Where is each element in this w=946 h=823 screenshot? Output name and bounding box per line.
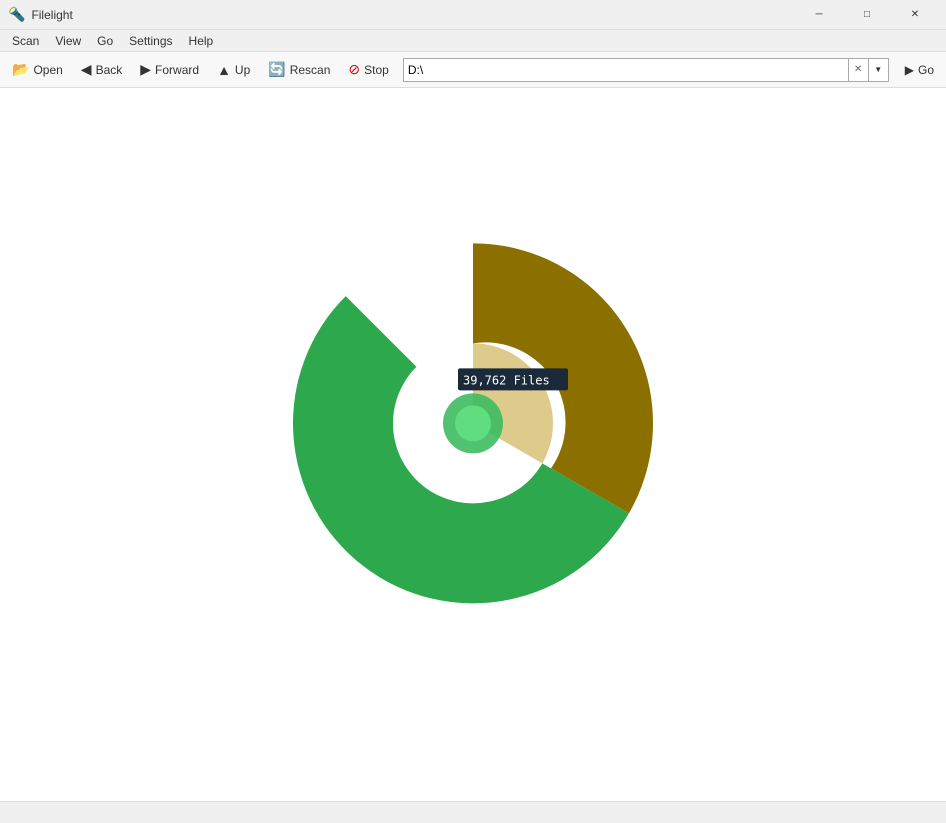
title-bar-left: 🔦 Filelight <box>8 6 73 23</box>
rescan-button[interactable]: 🔄 Rescan <box>260 58 338 81</box>
forward-label: Forward <box>155 63 199 77</box>
address-dropdown-button[interactable]: ▼ <box>869 58 889 82</box>
main-content: 39,762 Files <box>0 88 946 801</box>
open-button[interactable]: 📂 Open <box>4 58 71 81</box>
forward-button[interactable]: ▶ Forward <box>132 58 207 81</box>
open-icon: 📂 <box>12 61 29 78</box>
back-icon: ◀ <box>81 61 92 78</box>
address-input[interactable] <box>403 58 849 82</box>
menu-help[interactable]: Help <box>181 32 222 50</box>
app-title: Filelight <box>31 8 72 22</box>
stop-label: Stop <box>364 63 389 77</box>
up-label: Up <box>235 63 250 77</box>
menu-scan[interactable]: Scan <box>4 32 47 50</box>
rescan-icon: 🔄 <box>268 61 285 78</box>
forward-icon: ▶ <box>140 61 151 78</box>
menu-go[interactable]: Go <box>89 32 121 50</box>
tooltip-text: 39,762 Files <box>463 373 550 387</box>
address-clear-button[interactable]: ✕ <box>849 58 869 82</box>
go-button[interactable]: ▶ Go <box>897 60 942 80</box>
up-icon: ▲ <box>217 62 231 78</box>
close-button[interactable]: ✕ <box>892 0 938 30</box>
stop-icon: ⊘ <box>348 61 360 78</box>
chart-center-inner <box>455 405 491 441</box>
rescan-label: Rescan <box>290 63 331 77</box>
menu-settings[interactable]: Settings <box>121 32 180 50</box>
address-bar: ✕ ▼ <box>403 57 889 83</box>
minimize-button[interactable]: ─ <box>796 0 842 30</box>
back-button[interactable]: ◀ Back <box>73 58 130 81</box>
chart-container[interactable]: 39,762 Files <box>273 223 673 626</box>
back-label: Back <box>96 63 123 77</box>
maximize-button[interactable]: □ <box>844 0 890 30</box>
menu-bar: Scan View Go Settings Help <box>0 30 946 52</box>
title-bar: 🔦 Filelight ─ □ ✕ <box>0 0 946 30</box>
stop-button[interactable]: ⊘ Stop <box>340 58 396 81</box>
toolbar: 📂 Open ◀ Back ▶ Forward ▲ Up 🔄 Rescan ⊘ … <box>0 52 946 88</box>
menu-view[interactable]: View <box>47 32 89 50</box>
donut-chart: 39,762 Files <box>273 223 673 623</box>
title-bar-buttons: ─ □ ✕ <box>796 0 938 30</box>
go-icon: ▶ <box>905 63 914 77</box>
app-icon: 🔦 <box>8 6 25 23</box>
open-label: Open <box>33 63 62 77</box>
go-label: Go <box>918 63 934 77</box>
up-button[interactable]: ▲ Up <box>209 59 258 81</box>
status-bar <box>0 801 946 823</box>
